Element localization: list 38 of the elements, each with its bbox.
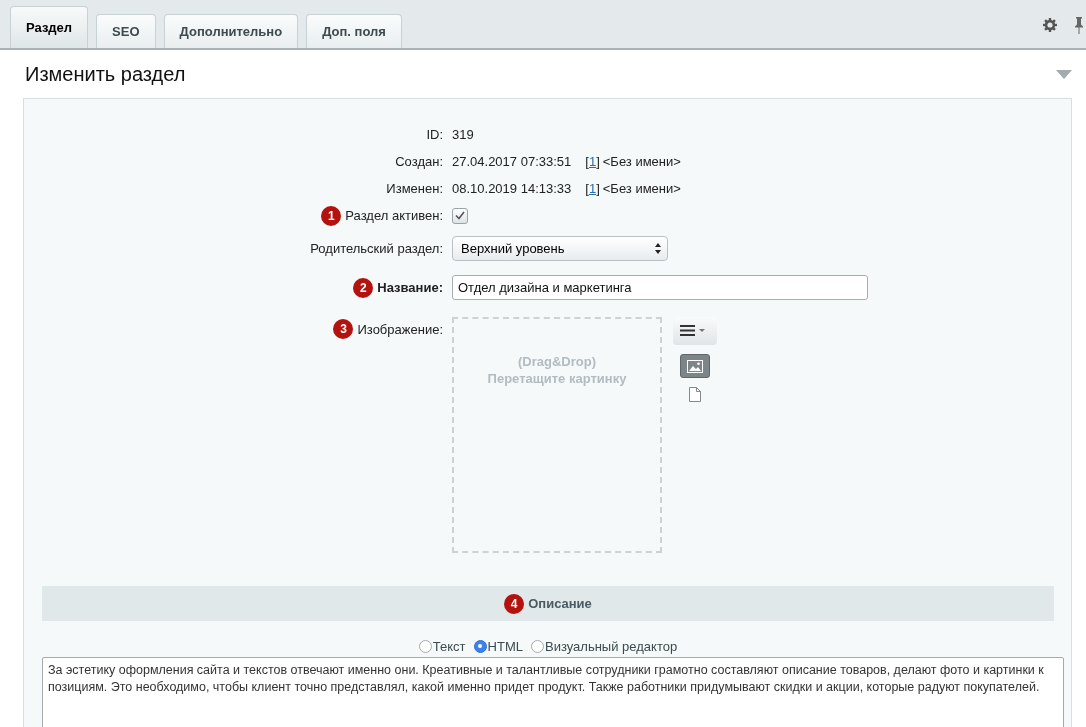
field-value: 319 — [452, 127, 474, 142]
image-button[interactable] — [680, 354, 710, 378]
name-input-field[interactable]: Отдел дизайна и маркетинга — [452, 275, 868, 300]
number-badge: 3 — [333, 319, 354, 339]
up-down-arrows-icon — [655, 243, 661, 254]
pin-icon[interactable] — [1074, 16, 1084, 34]
mode-radio[interactable]: Визуальный редактор — [530, 638, 678, 654]
mode-radio[interactable]: Текст — [418, 638, 466, 654]
settings-icon[interactable] — [1042, 17, 1058, 33]
menu-dropdown-button[interactable] — [673, 317, 717, 345]
user-name: <Без имени> — [602, 181, 681, 196]
section-heading: Описание — [528, 596, 592, 611]
field-label: Изменен: — [386, 181, 443, 196]
field-label: Родительский раздел: — [310, 241, 443, 256]
tab[interactable]: Доп. поля — [306, 14, 402, 48]
mode-radio[interactable]: HTML — [473, 638, 523, 654]
number-badge: 2 — [353, 277, 374, 298]
number-badge: 1 — [321, 205, 342, 226]
tab[interactable]: Дополнительно — [163, 14, 299, 48]
field-label: Изображение: — [357, 321, 443, 337]
tab[interactable]: Раздел — [10, 6, 89, 48]
tab[interactable]: SEO — [96, 14, 156, 48]
field-value: 08.10.2019 14:13:33 — [452, 181, 572, 196]
field-value: 27.04.2017 07:33:51 — [452, 154, 572, 169]
image-icon — [687, 359, 703, 373]
field-label: Создан: — [395, 154, 443, 169]
parent-section-select[interactable]: Верхний уровень — [452, 236, 668, 261]
file-icon[interactable] — [689, 387, 701, 402]
user-reference: [1] — [585, 154, 600, 169]
page-title: Изменить раздел — [25, 62, 186, 86]
field-label: ID: — [426, 127, 443, 142]
field-label: Название: — [377, 280, 443, 295]
number-badge: 4 — [504, 593, 525, 614]
user-name: <Без имени> — [602, 154, 681, 169]
checkbox[interactable] — [452, 207, 468, 224]
field-label: Раздел активен: — [345, 208, 443, 223]
user-reference: [1] — [585, 181, 600, 196]
description-textarea[interactable]: За эстетику оформления сайта и текстов отвечают именно они. Креативные и талантливые сотрудники грамотно составляют описание товаров, делают фото и картинки к позициям. Это необходимо, чтобы клиент точно представлял, какой именно придет продукт. Также работники придумывают скидки и акции, которые радуют покупателей. — [42, 657, 1064, 727]
